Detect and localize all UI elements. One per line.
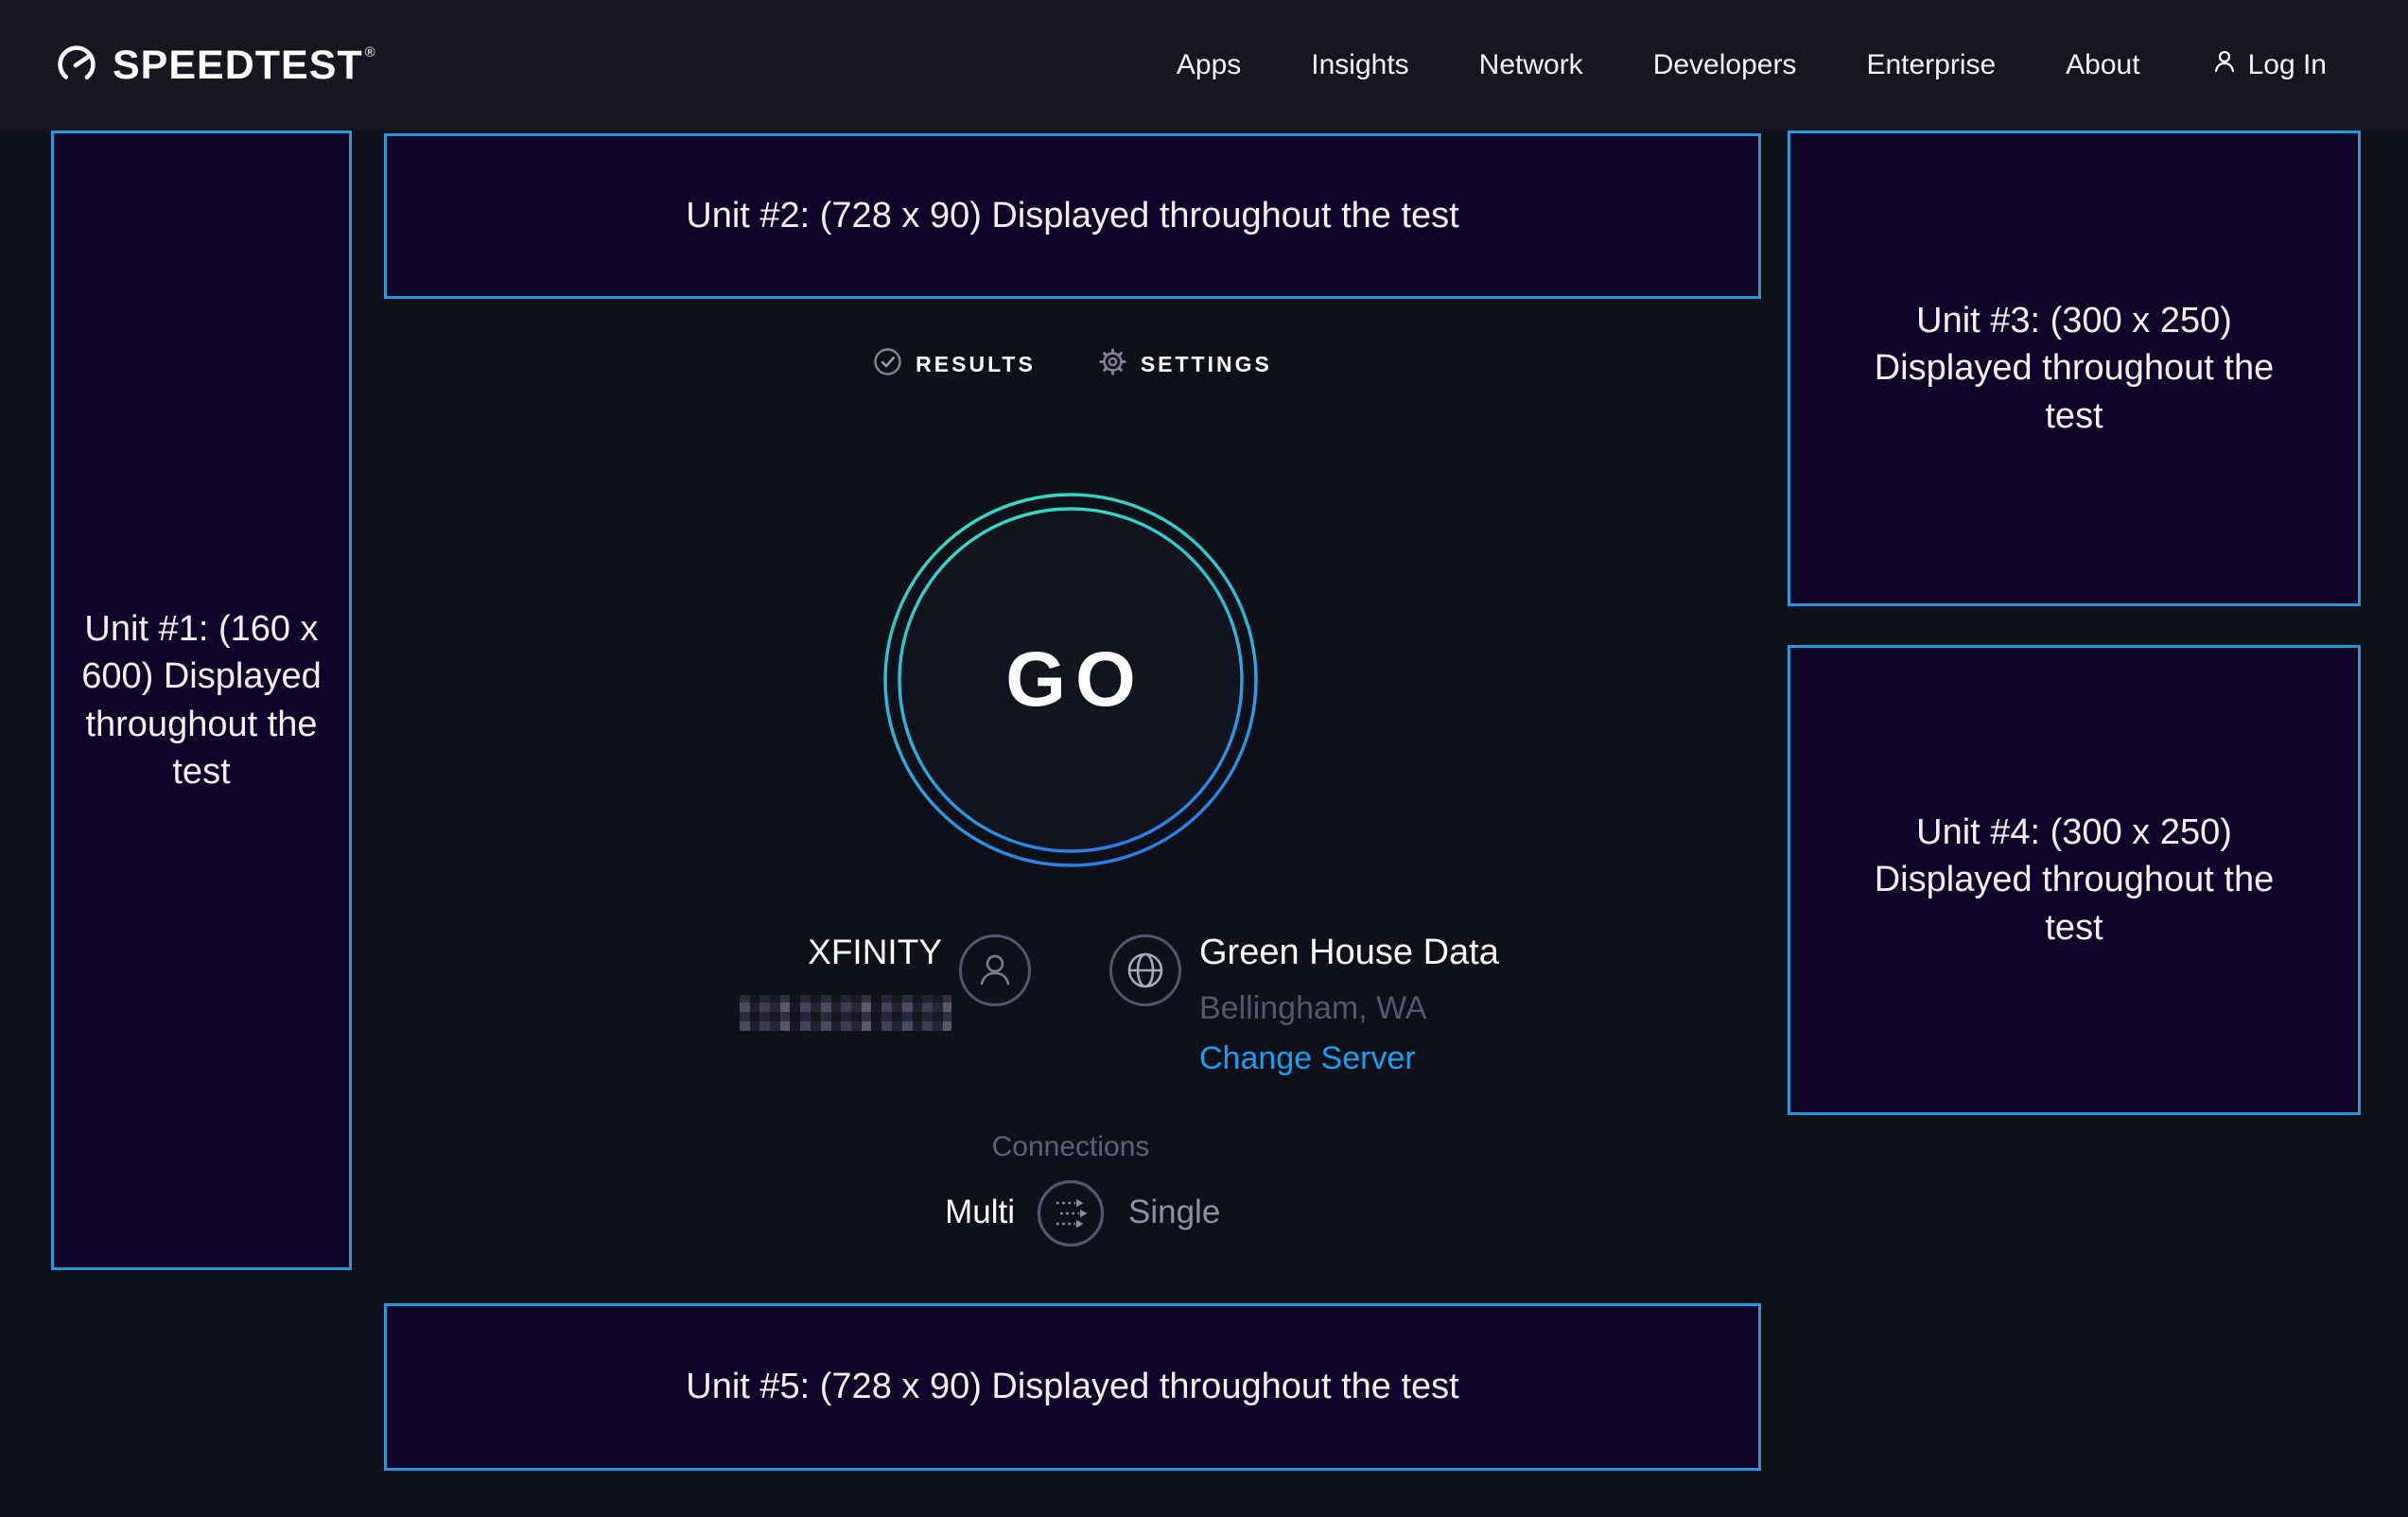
isp-name: XFINITY bbox=[662, 933, 942, 972]
ad-unit-3-text: Unit #3: (300 x 250) Displayed throughou… bbox=[1862, 297, 2286, 439]
ad-unit-4[interactable]: Unit #4: (300 x 250) Displayed throughou… bbox=[1788, 645, 2361, 1115]
server-location: Bellingham, WA bbox=[1199, 990, 1427, 1027]
login-button[interactable]: Log In bbox=[2210, 47, 2327, 83]
main-nav: Apps Insights Network Developers Enterpr… bbox=[1177, 47, 2327, 83]
speedtest-page: SPEEDTEST® Apps Insights Network Develop… bbox=[0, 0, 2408, 1517]
check-circle-icon bbox=[873, 347, 902, 381]
speedtest-logo[interactable]: SPEEDTEST® bbox=[54, 41, 376, 91]
ad-unit-3[interactable]: Unit #3: (300 x 250) Displayed throughou… bbox=[1788, 131, 2361, 606]
ad-unit-1-text: Unit #1: (160 x 600) Displayed throughou… bbox=[63, 605, 340, 795]
user-icon bbox=[2210, 47, 2239, 83]
nav-item-network[interactable]: Network bbox=[1479, 49, 1583, 81]
tab-bar: RESULTS bbox=[384, 342, 1761, 386]
tab-results-label: RESULTS bbox=[916, 352, 1036, 377]
go-button-label: GO bbox=[881, 491, 1260, 869]
connections-single-option[interactable]: Single bbox=[1128, 1194, 1317, 1231]
nav-item-about[interactable]: About bbox=[2066, 49, 2139, 81]
nav-item-developers[interactable]: Developers bbox=[1653, 49, 1797, 81]
ad-unit-2-text: Unit #2: (728 x 90) Displayed throughout… bbox=[686, 192, 1458, 239]
nav-item-insights[interactable]: Insights bbox=[1311, 49, 1408, 81]
logo-wordmark: SPEEDTEST® bbox=[113, 43, 376, 89]
gear-icon bbox=[1098, 347, 1127, 381]
connections-multi-option[interactable]: Multi bbox=[826, 1194, 1015, 1231]
ad-unit-4-text: Unit #4: (300 x 250) Displayed throughou… bbox=[1862, 809, 2286, 950]
globe-icon[interactable] bbox=[1108, 933, 1183, 1008]
connections-label: Connections bbox=[929, 1131, 1213, 1163]
change-server-link[interactable]: Change Server bbox=[1199, 1040, 1416, 1077]
tab-settings-label: SETTINGS bbox=[1141, 352, 1272, 377]
multi-connection-arrows-icon bbox=[1036, 1178, 1106, 1248]
ad-unit-1[interactable]: Unit #1: (160 x 600) Displayed throughou… bbox=[51, 131, 352, 1270]
ad-unit-5[interactable]: Unit #5: (728 x 90) Displayed throughout… bbox=[384, 1303, 1761, 1471]
redacted-ip-blur bbox=[740, 995, 951, 1031]
server-name: Green House Data bbox=[1199, 933, 1499, 973]
go-button[interactable]: GO bbox=[881, 491, 1260, 869]
ad-unit-2[interactable]: Unit #2: (728 x 90) Displayed throughout… bbox=[384, 133, 1761, 299]
nav-item-apps[interactable]: Apps bbox=[1177, 49, 1241, 81]
speedometer-icon bbox=[54, 41, 99, 91]
top-nav-bar: SPEEDTEST® Apps Insights Network Develop… bbox=[0, 0, 2408, 131]
nav-item-enterprise[interactable]: Enterprise bbox=[1866, 49, 1996, 81]
tab-settings[interactable]: SETTINGS bbox=[1098, 347, 1272, 381]
ad-unit-5-text: Unit #5: (728 x 90) Displayed throughout… bbox=[686, 1363, 1458, 1410]
trademark-symbol: ® bbox=[365, 44, 376, 61]
isp-user-icon[interactable] bbox=[957, 933, 1033, 1008]
connections-toggle-button[interactable] bbox=[1036, 1178, 1106, 1248]
login-label: Log In bbox=[2248, 49, 2327, 81]
tab-results[interactable]: RESULTS bbox=[873, 347, 1036, 381]
